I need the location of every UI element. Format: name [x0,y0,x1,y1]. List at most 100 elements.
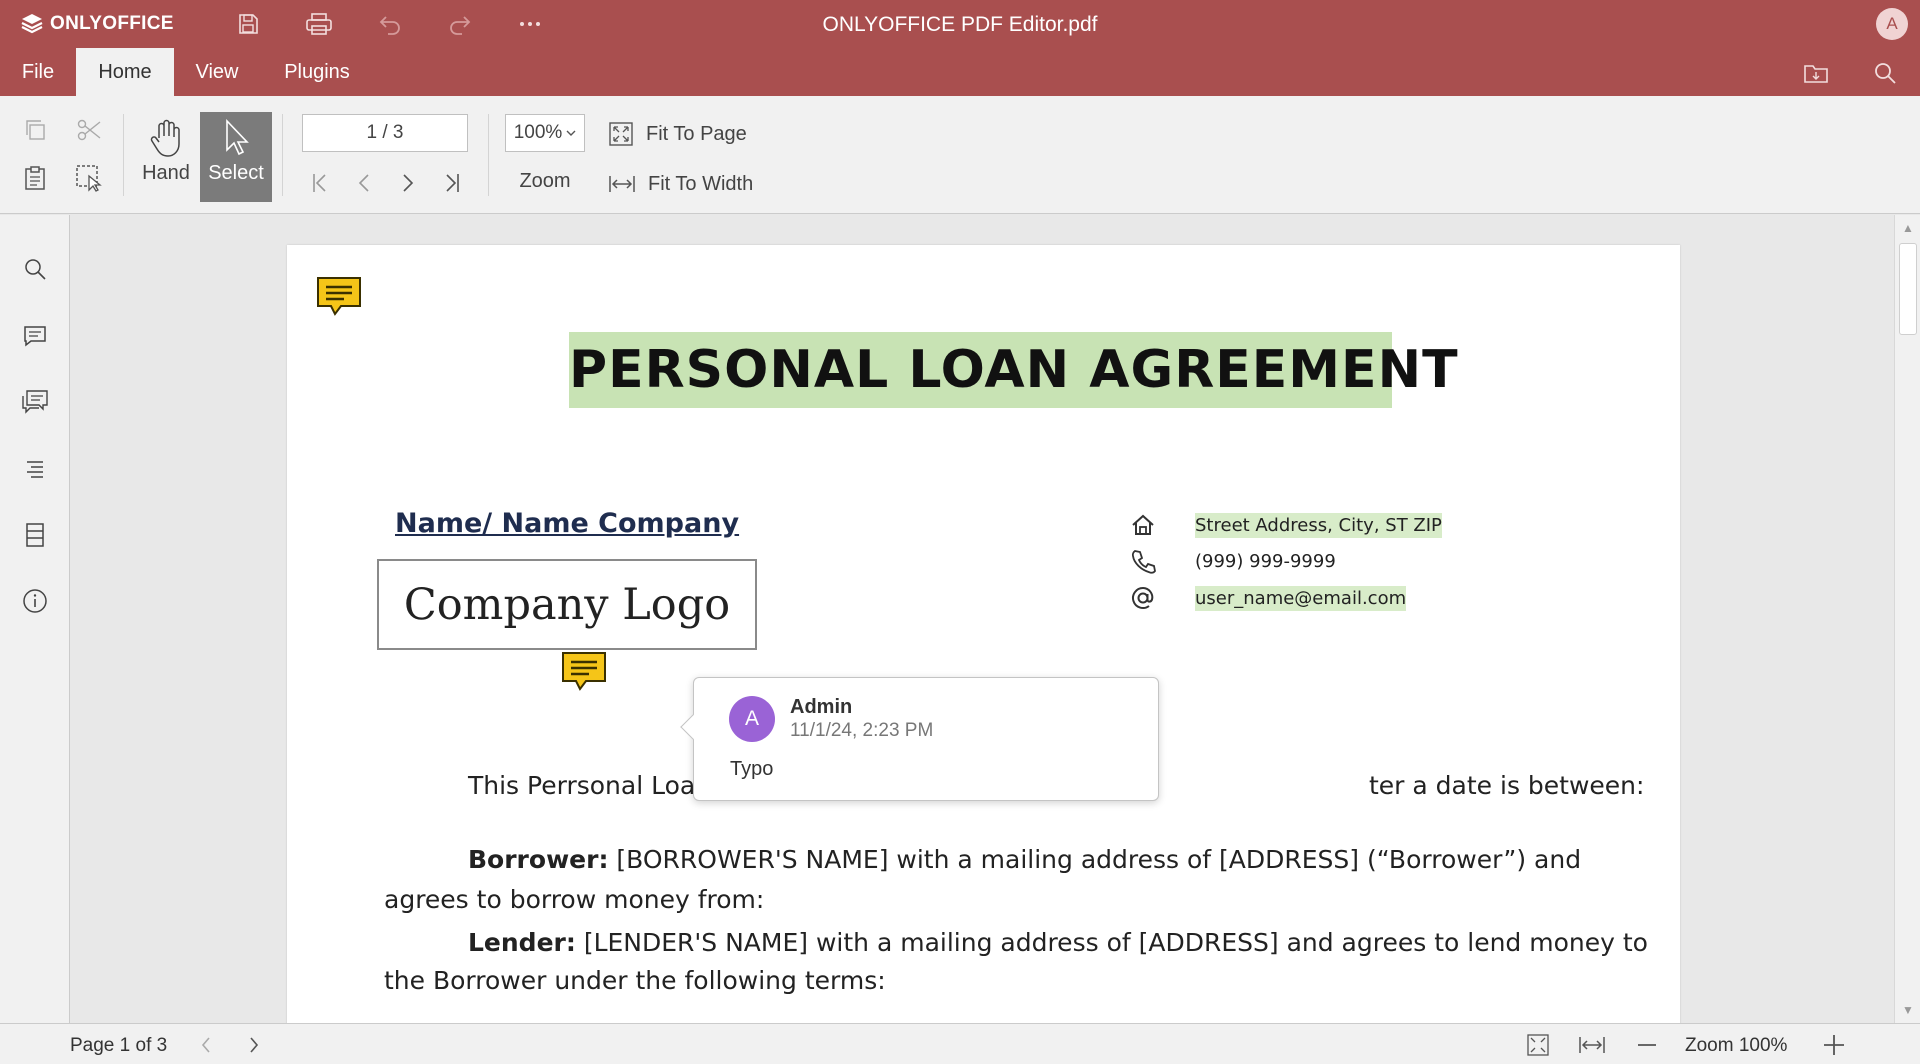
comment-marker-icon[interactable] [315,275,363,319]
hand-tool-button[interactable]: Hand [130,112,202,202]
phone-icon [1127,545,1159,577]
paste-icon[interactable] [18,162,52,194]
lender-text: [LENDER'S NAME] with a mailing address o… [575,928,1648,957]
comment-date: 11/1/24, 2:23 PM [790,720,934,741]
lender-label: Lender: [468,928,576,957]
lender-line-2: the Borrower under the following terms: [384,966,886,995]
company-name: Name/ Name Company [395,508,740,539]
comment-marker-icon[interactable] [560,650,608,694]
fit-to-width-button[interactable]: Fit To Width [608,166,753,202]
select-label: Select [208,162,264,184]
navigation-icon[interactable] [18,452,52,486]
comment-author: Admin [790,696,853,718]
next-page-icon[interactable] [392,168,424,198]
pdf-page: PERSONAL LOAN AGREEMENT Name/ Name Compa… [287,245,1680,1023]
tab-home[interactable]: Home [76,48,174,96]
document-canvas: PERSONAL LOAN AGREEMENT Name/ Name Compa… [71,215,1894,1023]
borrower-label: Borrower: [468,845,609,874]
zoom-select[interactable]: 100% [505,114,585,152]
redo-icon[interactable] [445,10,475,38]
company-logo-text: Company Logo [403,579,731,630]
onlyoffice-logo-icon [21,14,43,34]
next-page-icon[interactable] [240,1032,268,1058]
last-page-icon[interactable] [436,168,468,198]
open-file-location-icon[interactable] [1801,60,1831,86]
comments-icon[interactable] [18,319,52,353]
borrower-text: [BORROWER'S NAME] with a mailing address… [608,845,1582,874]
chevron-down-icon [566,130,576,136]
onlyoffice-logo: ONLYOFFICE [20,12,174,36]
zoom-value: 100% [513,122,563,143]
status-bar: Page 1 of 3 Zoom 100% [0,1023,1920,1064]
title-bar: ONLYOFFICE ONLYOFFICE PDF Editor.pdf A [0,0,1920,48]
tab-view[interactable]: View [174,48,260,96]
user-avatar[interactable]: A [1876,8,1908,40]
document-title-bar: ONLYOFFICE PDF Editor.pdf [0,13,1920,37]
previous-page-icon[interactable] [348,168,380,198]
more-icon[interactable] [515,10,545,38]
phone-row: (999) 999-9999 [1127,545,1336,577]
fit-to-width-icon[interactable] [1578,1032,1606,1058]
tab-bar: File Home View Plugins [0,48,1920,96]
zoom-label: Zoom [519,170,571,192]
cursor-icon [226,119,249,156]
left-sidebar [0,215,70,1023]
fit-to-page-button[interactable]: Fit To Page [608,116,747,152]
at-sign-icon [1127,582,1159,614]
scroll-up-icon[interactable]: ▲ [1901,221,1915,235]
info-icon[interactable] [18,584,52,618]
zoom-in-icon[interactable] [1820,1032,1848,1058]
email-row: user_name@email.com [1127,582,1407,614]
address-row: Street Address, City, ST ZIP [1127,509,1442,541]
cut-icon[interactable] [72,114,106,146]
scroll-thumb[interactable] [1899,243,1917,335]
thumbnails-icon[interactable] [18,518,52,552]
tab-plugins[interactable]: Plugins [260,48,374,96]
comment-popup[interactable]: A Admin 11/1/24, 2:23 PM Typo [680,677,1159,801]
search-icon[interactable] [1870,60,1900,86]
select-all-icon[interactable] [72,162,106,194]
copy-icon[interactable] [18,114,52,146]
select-tool-button[interactable]: Select [200,112,272,202]
save-icon[interactable] [233,10,263,38]
page-number-field[interactable]: 1 / 3 [302,114,468,152]
company-logo-box: Company Logo [377,559,757,650]
borrower-line: Borrower: [BORROWER'S NAME] with a maili… [468,845,1581,874]
page-indicator: Page 1 of 3 [70,1035,168,1056]
fit-to-width-label: Fit To Width [648,172,754,195]
borrower-line-2: agrees to borrow money from: [384,885,765,914]
print-icon[interactable] [304,10,334,38]
search-icon[interactable] [18,252,52,286]
undo-icon[interactable] [375,10,405,38]
phone-text: (999) 999-9999 [1195,550,1336,572]
hand-label: Hand [142,162,190,184]
ribbon-separator [488,114,489,196]
fit-to-width-icon [609,176,635,192]
vertical-scrollbar[interactable]: ▲ ▼ [1894,215,1920,1023]
tab-file[interactable]: File [0,48,76,96]
previous-page-icon[interactable] [192,1032,220,1058]
fit-to-page-label: Fit To Page [646,122,747,145]
scroll-down-icon[interactable]: ▼ [1901,1003,1915,1017]
intro-paragraph-end: ter a date is between: [1369,771,1645,800]
zoom-indicator: Zoom 100% [1685,1035,1788,1056]
comment-author-avatar: A [729,696,775,742]
document-heading: PERSONAL LOAN AGREEMENT [569,332,1458,408]
pdf-editor-app: ONLYOFFICE ONLYOFFICE PDF Editor.pdf A F… [0,0,1920,1064]
home-icon [1127,509,1159,541]
zoom-out-icon[interactable] [1633,1032,1661,1058]
email-text: user_name@email.com [1195,585,1407,611]
comment-text: Typo [730,758,774,780]
window-title: ONLYOFFICE PDF Editor.pdf [822,13,1098,36]
ribbon-separator [282,114,283,196]
intro-paragraph-start: This Perrsonal Loan [468,771,712,800]
home-ribbon: Hand Select 1 / 3 100% Zoom Fit To Page [0,96,1920,214]
lender-line: Lender: [LENDER'S NAME] with a mailing a… [468,928,1648,957]
fit-to-page-icon[interactable] [1524,1032,1552,1058]
fit-to-page-icon [609,122,633,146]
chat-icon[interactable] [18,385,52,419]
address-text: Street Address, City, ST ZIP [1195,512,1442,538]
ribbon-separator [123,114,124,196]
first-page-icon[interactable] [304,168,336,198]
brand-name: ONLYOFFICE [50,13,174,34]
